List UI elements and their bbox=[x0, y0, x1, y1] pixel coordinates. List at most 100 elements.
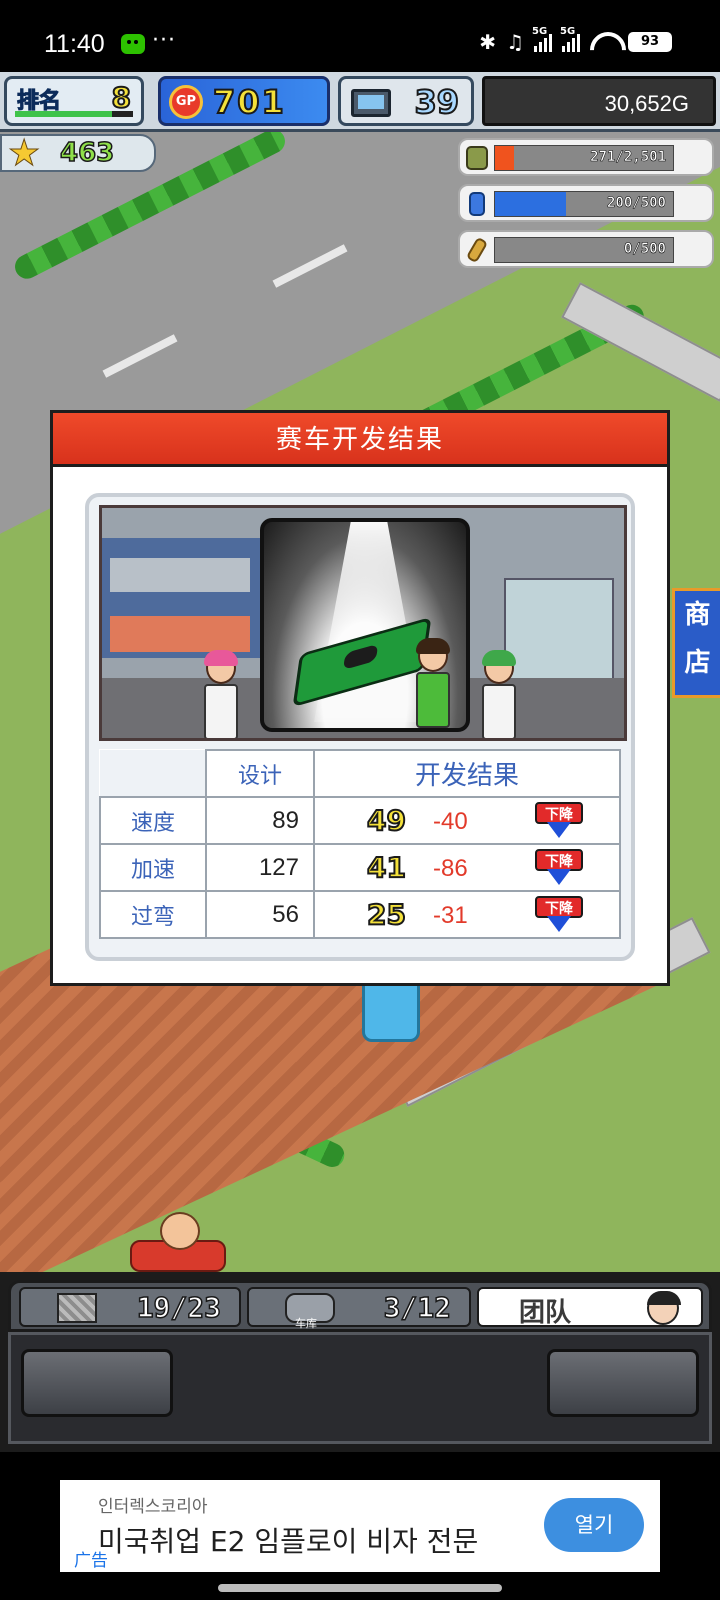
resource-bar-water[interactable]: 200/500 bbox=[458, 184, 714, 222]
ad-sponsor: 인터렉스코리아 bbox=[98, 1497, 208, 1517]
computer-icon bbox=[351, 89, 391, 117]
driver-head bbox=[160, 1212, 200, 1250]
ad-banner[interactable]: 인터렉스코리아 미국취업 E2 임플로이 비자 전문 广告 열기 bbox=[60, 1480, 660, 1572]
signal-icon: 5G bbox=[532, 26, 552, 52]
ad-area: 인터렉스코리아 미국취업 E2 임플로이 비자 전문 广告 열기 bbox=[0, 1452, 720, 1600]
money-panel: 30,652G bbox=[482, 76, 716, 126]
star-value: 463 bbox=[59, 137, 115, 169]
result-cell: 41 -86 下降 bbox=[313, 843, 621, 892]
shop-sign-char: 商 bbox=[684, 600, 711, 630]
table-row: 过弯 56 25 -31 下降 bbox=[99, 890, 621, 939]
dialog-content: 设计 开发结果 速度 89 49 -40 下降 加速 127 41 -86 下降… bbox=[85, 493, 635, 961]
status-bar: 11:40 ··· ✱ ♫ 5G 5G 93 bbox=[0, 0, 720, 72]
result-cell: 25 -31 下降 bbox=[313, 890, 621, 939]
parts-shelf bbox=[102, 538, 262, 658]
driver-character[interactable] bbox=[130, 1212, 226, 1272]
boxes-count: 19/23 bbox=[136, 1290, 222, 1325]
car-spotlight bbox=[260, 518, 470, 732]
status-time: 11:40 bbox=[44, 30, 105, 58]
ad-headline: 미국취업 E2 임플로이 비자 전문 bbox=[98, 1525, 479, 1558]
tab-garage[interactable]: 车库 3/12 bbox=[247, 1287, 471, 1330]
mechanic-left bbox=[202, 650, 240, 738]
left-action-button[interactable] bbox=[21, 1349, 173, 1417]
table-row: 速度 89 49 -40 下降 bbox=[99, 796, 621, 845]
rank-progress-bar bbox=[15, 111, 133, 117]
earbuds-icon: ♫ bbox=[506, 30, 524, 54]
gp-panel[interactable]: GP 701 bbox=[158, 76, 330, 126]
wifi-icon bbox=[590, 32, 618, 52]
wechat-icon bbox=[121, 34, 145, 54]
result-value: 49 bbox=[366, 803, 407, 838]
resource-fill bbox=[495, 146, 515, 170]
rank-panel[interactable]: 排名 8 bbox=[4, 76, 144, 126]
more-notifications-icon: ··· bbox=[152, 28, 176, 53]
crate-icon bbox=[57, 1293, 97, 1323]
rank-value: 8 bbox=[110, 80, 132, 115]
shop-sign-char: 店 bbox=[684, 648, 711, 678]
decrease-badge-icon: 下降 bbox=[535, 802, 585, 842]
resource-bars: 271/2,501 200/500 0/500 bbox=[458, 138, 714, 276]
result-cell: 49 -40 下降 bbox=[313, 796, 621, 845]
dialog-title: 赛车开发结果 bbox=[53, 413, 667, 467]
bottom-hud: 19/23 车库 3/12 团队 bbox=[0, 1272, 720, 1452]
table-corner bbox=[100, 750, 207, 798]
result-diff: -31 bbox=[433, 902, 468, 929]
stat-name: 加速 bbox=[99, 843, 207, 892]
development-result-dialog[interactable]: 赛车开发结果 设计 开发结果 速度 89 49 -40 下降 加速 127 41… bbox=[50, 410, 670, 986]
mechanic-right bbox=[480, 650, 518, 738]
design-value: 127 bbox=[205, 843, 315, 892]
research-points-value: 39 bbox=[413, 82, 460, 122]
garage-scene bbox=[99, 505, 627, 741]
star-icon: ★ bbox=[7, 133, 41, 174]
design-value: 89 bbox=[205, 796, 315, 845]
resource-text: 0/500 bbox=[623, 241, 667, 258]
garage-label: 车库 bbox=[295, 1317, 317, 1330]
result-value: 41 bbox=[366, 850, 407, 885]
results-table: 设计 开发结果 速度 89 49 -40 下降 加速 127 41 -86 下降… bbox=[99, 749, 621, 939]
top-hud: 排名 8 GP 701 39 30,652G bbox=[0, 72, 720, 132]
oil-barrel-icon bbox=[466, 146, 488, 170]
table-header-row: 设计 开发结果 bbox=[100, 749, 621, 798]
home-indicator[interactable] bbox=[218, 1584, 502, 1592]
stat-name: 过弯 bbox=[99, 890, 207, 939]
signal-icon: 5G bbox=[560, 26, 580, 52]
designer bbox=[414, 638, 452, 728]
money-value: 30,652G bbox=[604, 91, 689, 116]
column-header-result: 开发结果 bbox=[313, 749, 621, 798]
column-header-design: 设计 bbox=[205, 749, 315, 798]
table-row: 加速 127 41 -86 下降 bbox=[99, 843, 621, 892]
shop-sign[interactable]: 商 店 bbox=[672, 588, 720, 698]
design-value: 56 bbox=[205, 890, 315, 939]
team-member-avatar bbox=[647, 1291, 681, 1325]
wheat-icon bbox=[465, 236, 489, 264]
gp-icon: GP bbox=[169, 85, 203, 119]
resource-text: 271/2,501 bbox=[590, 149, 666, 166]
status-icons: ✱ ♫ 5G 5G 93 bbox=[479, 26, 672, 54]
ad-open-button[interactable]: 열기 bbox=[544, 1498, 644, 1552]
battery-icon: 93 bbox=[628, 32, 672, 52]
bluetooth-icon: ✱ bbox=[479, 30, 497, 54]
resource-bar-oil[interactable]: 271/2,501 bbox=[458, 138, 714, 176]
resource-bar-wheat[interactable]: 0/500 bbox=[458, 230, 714, 268]
gp-value: 701 bbox=[212, 82, 286, 122]
decrease-badge-icon: 下降 bbox=[535, 849, 585, 889]
tab-boxes[interactable]: 19/23 bbox=[19, 1287, 241, 1327]
right-action-button[interactable] bbox=[547, 1349, 699, 1417]
resource-fill bbox=[495, 192, 567, 216]
result-value: 25 bbox=[366, 897, 407, 932]
result-diff: -40 bbox=[433, 808, 468, 835]
machine bbox=[504, 578, 614, 688]
research-panel[interactable]: 39 bbox=[338, 76, 474, 126]
resource-text: 200/500 bbox=[606, 195, 667, 212]
tab-team[interactable]: 团队 bbox=[477, 1287, 703, 1328]
bottom-panel bbox=[8, 1332, 712, 1444]
garage-count: 3/12 bbox=[383, 1290, 452, 1325]
team-label: 团队 bbox=[519, 1298, 572, 1328]
bottle-icon bbox=[469, 192, 485, 216]
fans-panel[interactable]: ★ 463 bbox=[0, 134, 156, 172]
bottom-tabs: 19/23 车库 3/12 团队 bbox=[8, 1280, 712, 1332]
stat-name: 速度 bbox=[99, 796, 207, 845]
result-diff: -86 bbox=[433, 855, 468, 882]
ad-label: 广告 bbox=[74, 1551, 108, 1571]
decrease-badge-icon: 下降 bbox=[535, 896, 585, 936]
